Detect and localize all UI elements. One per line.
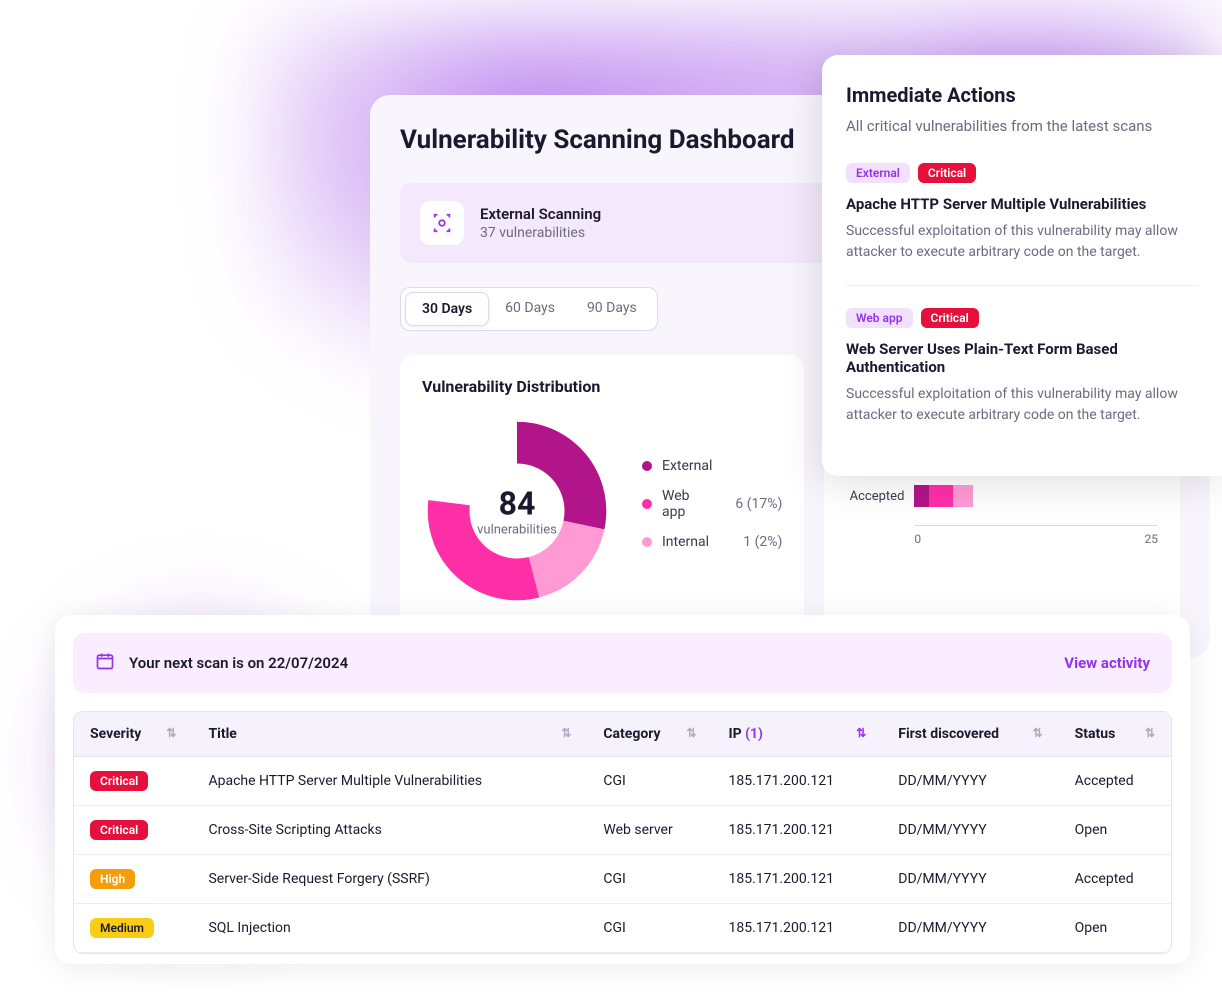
cell-ip: 185.171.200.121 — [713, 904, 883, 953]
scan-results-section: Your next scan is on 22/07/2024 View act… — [55, 615, 1190, 964]
scan-target-icon — [420, 201, 464, 245]
tag-webapp: Web app — [846, 308, 913, 328]
cell-ip: 185.171.200.121 — [713, 806, 883, 855]
cell-first-discovered: DD/MM/YYYY — [882, 757, 1058, 806]
legend-dot-icon — [642, 499, 652, 509]
action-title: Apache HTTP Server Multiple Vulnerabilit… — [846, 195, 1198, 213]
action-item[interactable]: Web app Critical Web Server Uses Plain-Tex… — [846, 308, 1198, 448]
legend-label: Web app — [662, 488, 712, 520]
next-scan-banner: Your next scan is on 22/07/2024 View act… — [73, 633, 1172, 693]
cell-category: Web server — [587, 806, 712, 855]
table-row[interactable]: Critical Apache HTTP Server Multiple Vuln… — [74, 757, 1171, 806]
cell-title: Cross-Site Scripting Attacks — [192, 806, 587, 855]
donut-title: Vulnerability Distribution — [422, 377, 782, 396]
bar-row: Accepted — [846, 485, 1158, 507]
col-severity[interactable]: Severity⇅ — [74, 712, 192, 757]
legend-value: 6 (17%) — [722, 496, 782, 512]
cell-category: CGI — [587, 757, 712, 806]
cell-first-discovered: DD/MM/YYYY — [882, 855, 1058, 904]
popup-subtitle: All critical vulnerabilities from the la… — [846, 117, 1198, 135]
col-category[interactable]: Category⇅ — [587, 712, 712, 757]
col-ip[interactable]: IP (1)⇅ — [713, 712, 883, 757]
legend-value: 1 (2%) — [722, 534, 782, 550]
donut-chart-card: Vulnerability Distribution 84 vulnerabil… — [400, 355, 804, 628]
legend-label: Internal — [662, 534, 712, 550]
table-row[interactable]: Medium SQL InjectionCGI185.171.200.121DD/… — [74, 904, 1171, 953]
table-row[interactable]: Critical Cross-Site Scripting AttacksWeb … — [74, 806, 1171, 855]
col-title[interactable]: Title⇅ — [192, 712, 587, 757]
action-title: Web Server Uses Plain-Text Form Based Au… — [846, 340, 1198, 376]
cell-ip: 185.171.200.121 — [713, 855, 883, 904]
ip-filter-count: (1) — [745, 726, 763, 742]
bar-tick: 0 — [914, 532, 1036, 546]
cell-status: Accepted — [1059, 855, 1171, 904]
tag-critical: Critical — [918, 163, 976, 183]
cell-first-discovered: DD/MM/YYYY — [882, 904, 1058, 953]
tag-external: External — [846, 163, 910, 183]
cell-title: SQL Injection — [192, 904, 587, 953]
donut-center-label: vulnerabilities — [477, 523, 557, 538]
next-scan-text: Your next scan is on 22/07/2024 — [129, 654, 1064, 672]
legend-dot-icon — [642, 537, 652, 547]
cell-ip: 185.171.200.121 — [713, 757, 883, 806]
view-activity-link[interactable]: View activity — [1064, 654, 1150, 672]
vulnerabilities-table: Severity⇅ Title⇅ Category⇅ IP (1)⇅ First… — [73, 711, 1172, 954]
cell-status: Open — [1059, 806, 1171, 855]
range-tab-30[interactable]: 30 Days — [405, 292, 489, 326]
cell-status: Accepted — [1059, 757, 1171, 806]
cell-title: Server-Side Request Forgery (SSRF) — [192, 855, 587, 904]
action-description: Successful exploitation of this vulnerab… — [846, 384, 1198, 426]
bar-label: Accepted — [846, 489, 904, 504]
cell-category: CGI — [587, 855, 712, 904]
range-tabs: 30 Days 60 Days 90 Days — [400, 287, 658, 331]
bar-tick: 25 — [1036, 532, 1158, 546]
sort-icon: ⇅ — [856, 726, 866, 740]
range-tab-60[interactable]: 60 Days — [489, 292, 571, 326]
severity-badge: Critical — [90, 771, 148, 791]
legend-item-internal: Internal 1 (2%) — [642, 534, 782, 550]
legend-label: External — [662, 458, 712, 474]
col-status[interactable]: Status⇅ — [1059, 712, 1171, 757]
donut-chart: 84 vulnerabilities — [422, 416, 612, 606]
cell-first-discovered: DD/MM/YYYY — [882, 806, 1058, 855]
col-first-discovered[interactable]: First discovered⇅ — [882, 712, 1058, 757]
legend-item-webapp: Web app 6 (17%) — [642, 488, 782, 520]
popup-title: Immediate Actions — [846, 83, 1198, 107]
calendar-icon — [95, 651, 115, 675]
cell-status: Open — [1059, 904, 1171, 953]
sort-icon: ⇅ — [166, 726, 176, 740]
bar-axis: 0 25 — [914, 525, 1158, 546]
cell-title: Apache HTTP Server Multiple Vulnerabilit… — [192, 757, 587, 806]
bar-segment — [914, 485, 929, 507]
severity-badge: Critical — [90, 820, 148, 840]
severity-badge: High — [90, 869, 135, 889]
donut-legend: External Web app 6 (17%) Internal 1 (2%) — [642, 458, 782, 564]
legend-item-external: External — [642, 458, 782, 474]
action-description: Successful exploitation of this vulnerab… — [846, 221, 1198, 263]
sort-icon: ⇅ — [686, 726, 696, 740]
severity-badge: Medium — [90, 918, 154, 938]
action-item[interactable]: External Critical Apache HTTP Server Multi… — [846, 163, 1198, 286]
sort-icon: ⇅ — [561, 726, 571, 740]
range-tab-90[interactable]: 90 Days — [571, 292, 653, 326]
cell-category: CGI — [587, 904, 712, 953]
bar-segment — [953, 485, 972, 507]
donut-center-value: 84 — [477, 485, 557, 523]
legend-dot-icon — [642, 461, 652, 471]
immediate-actions-panel: Immediate Actions All critical vulnerabi… — [822, 55, 1222, 476]
table-row[interactable]: High Server-Side Request Forgery (SSRF)CG… — [74, 855, 1171, 904]
table-header-row: Severity⇅ Title⇅ Category⇅ IP (1)⇅ First… — [74, 712, 1171, 757]
sort-icon: ⇅ — [1033, 726, 1043, 740]
sort-icon: ⇅ — [1145, 726, 1155, 740]
bar-track — [914, 485, 1158, 507]
bar-segment — [929, 485, 953, 507]
tag-critical: Critical — [921, 308, 979, 328]
